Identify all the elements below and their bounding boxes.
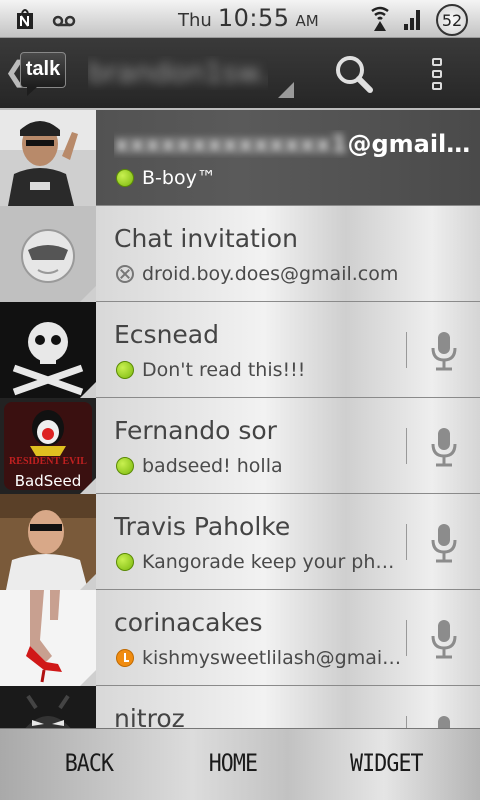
divider bbox=[406, 332, 407, 368]
list-item-contact[interactable]: corinacakes kishmysweetlilash@gmail.... bbox=[0, 590, 480, 686]
clock-day: Thu bbox=[178, 10, 212, 31]
contact-name: Fernando sor bbox=[114, 416, 277, 445]
avatar bbox=[0, 206, 96, 302]
contact-status-text: Kangorade keep your phon.. bbox=[142, 551, 406, 573]
voice-chat-button[interactable] bbox=[428, 426, 460, 468]
action-bar: ❮ talk brandon1sw... bbox=[0, 38, 480, 110]
avatar-fold bbox=[80, 574, 96, 590]
battery-icon: 52 bbox=[436, 4, 468, 36]
overflow-menu-dot bbox=[432, 82, 442, 90]
contact-name: nitroz bbox=[114, 704, 185, 728]
divider bbox=[406, 716, 407, 728]
contact-status-line: kishmysweetlilash@gmail.... bbox=[116, 646, 406, 670]
idle-status-icon bbox=[116, 649, 134, 667]
self-status-line: B-boy™ bbox=[116, 166, 406, 190]
contact-status-line: badseed! holla bbox=[116, 454, 406, 478]
microphone-icon bbox=[431, 332, 457, 371]
status-clock: Thu 10:55 AM bbox=[178, 4, 319, 32]
contact-status-text: kishmysweetlilash@gmail.... bbox=[142, 647, 406, 669]
list-item-contact[interactable]: nitroz bbox=[0, 686, 480, 728]
avatar bbox=[0, 494, 96, 590]
account-name: brandon1sw... bbox=[88, 56, 268, 89]
voice-chat-button[interactable] bbox=[428, 330, 460, 372]
contact-status-text: Don't read this!!! bbox=[142, 359, 306, 381]
voice-chat-button[interactable] bbox=[428, 618, 460, 660]
avatar-fold bbox=[80, 286, 96, 302]
back-button[interactable]: BACK bbox=[65, 749, 114, 781]
clock-ampm: AM bbox=[295, 12, 319, 30]
talk-logo-text: talk bbox=[25, 58, 61, 80]
avatar-fold bbox=[80, 382, 96, 398]
self-email-hidden: xxxxxxxxxxxxxx1 bbox=[114, 130, 348, 158]
microphone-icon bbox=[431, 428, 457, 467]
avatar: RESIDENT EVIL BadSeed bbox=[0, 398, 96, 494]
available-status-icon bbox=[116, 553, 134, 571]
available-status-icon bbox=[116, 457, 134, 475]
invite-status-icon bbox=[116, 265, 134, 283]
contact-name: Chat invitation bbox=[114, 224, 298, 253]
self-status-text: B-boy™ bbox=[142, 167, 216, 189]
self-email: xxxxxxxxxxxxxx1@gmail.com bbox=[114, 130, 474, 158]
overflow-menu-icon bbox=[432, 58, 442, 66]
contact-name: corinacakes bbox=[114, 608, 263, 637]
notification-icon[interactable] bbox=[14, 7, 36, 35]
contact-list[interactable]: xxxxxxxxxxxxxx1@gmail.com B-boy™ Chat in… bbox=[0, 110, 480, 728]
status-bar: Thu 10:55 AM 52 bbox=[0, 0, 480, 38]
self-email-suffix: @gmail.com bbox=[347, 130, 474, 158]
contact-name: Travis Paholke bbox=[114, 512, 291, 541]
list-item-chat-invitation[interactable]: Chat invitation droid.boy.does@gmail.com bbox=[0, 206, 480, 302]
clock-time: 10:55 bbox=[217, 4, 290, 32]
microphone-icon bbox=[431, 620, 457, 659]
wifi-icon bbox=[370, 5, 390, 35]
avatar bbox=[0, 590, 96, 686]
available-status-icon bbox=[116, 361, 134, 379]
list-item-contact[interactable]: Ecsnead Don't read this!!! bbox=[0, 302, 480, 398]
voice-chat-button[interactable] bbox=[428, 522, 460, 564]
avatar-subtitle: RESIDENT EVIL bbox=[9, 456, 87, 467]
divider bbox=[406, 428, 407, 464]
dropdown-corner-icon bbox=[278, 82, 294, 98]
search-icon bbox=[336, 56, 373, 93]
divider bbox=[406, 524, 407, 560]
overflow-menu-button[interactable] bbox=[420, 52, 456, 96]
home-button[interactable]: HOME bbox=[209, 749, 258, 781]
avatar bbox=[0, 686, 96, 728]
list-item-contact[interactable]: RESIDENT EVIL BadSeed Fernando sor badse… bbox=[0, 398, 480, 494]
avatar-fold bbox=[80, 670, 96, 686]
widget-button[interactable]: WIDGET bbox=[350, 749, 424, 781]
contact-status-line: Kangorade keep your phon.. bbox=[116, 550, 406, 574]
contact-status-text: badseed! holla bbox=[142, 455, 283, 477]
avatar bbox=[0, 302, 96, 398]
battery-level: 52 bbox=[441, 10, 463, 30]
contact-name: Ecsnead bbox=[114, 320, 219, 349]
voicemail-icon[interactable] bbox=[52, 10, 76, 32]
talk-logo[interactable]: talk bbox=[20, 52, 66, 96]
voice-chat-button[interactable] bbox=[428, 714, 460, 728]
contact-status-text: droid.boy.does@gmail.com bbox=[142, 263, 399, 285]
navigation-bar: BACK HOME WIDGET bbox=[0, 728, 480, 800]
overflow-menu-dot bbox=[432, 70, 442, 78]
divider bbox=[406, 620, 407, 656]
search-button[interactable] bbox=[330, 52, 378, 96]
avatar-fold bbox=[80, 478, 96, 494]
self-status-row[interactable]: xxxxxxxxxxxxxx1@gmail.com B-boy™ bbox=[0, 110, 480, 206]
contact-status-line: Don't read this!!! bbox=[116, 358, 406, 382]
microphone-icon bbox=[431, 524, 457, 563]
microphone-icon bbox=[438, 716, 450, 728]
account-selector[interactable]: brandon1sw... bbox=[88, 56, 268, 90]
list-item-contact[interactable]: Travis Paholke Kangorade keep your phon.… bbox=[0, 494, 480, 590]
self-avatar[interactable] bbox=[0, 110, 96, 206]
available-status-icon bbox=[116, 169, 134, 187]
signal-icon bbox=[404, 6, 422, 34]
contact-status-line: droid.boy.does@gmail.com bbox=[116, 262, 406, 286]
